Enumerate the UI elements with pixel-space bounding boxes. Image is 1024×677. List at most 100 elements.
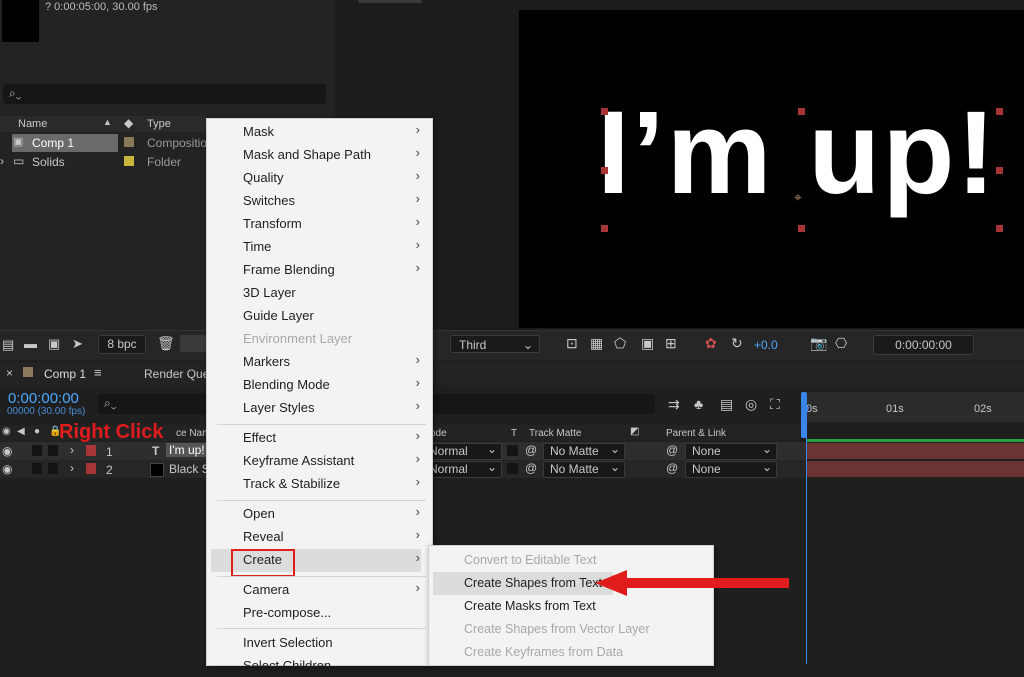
grid-guides-icon[interactable]: ⊞ [665,335,677,352]
anchor-point-icon[interactable]: ⌖ [794,189,802,206]
playhead-marker-icon[interactable]: ▼ [801,404,812,416]
menu-item-transform[interactable]: Transform [243,213,302,235]
menu-item-mask[interactable]: Mask [243,121,274,143]
layer-name[interactable]: I'm up! [166,443,208,457]
type-column-label[interactable]: Type [147,118,171,130]
preserve-transparency-switch[interactable] [507,463,518,474]
region-of-interest-icon[interactable]: ▣ [641,335,654,352]
project-item-solids[interactable]: › ▭ Solids Folder [0,153,206,171]
menu-item-frame-blending[interactable]: Frame Blending [243,259,335,281]
bounding-handle[interactable] [996,167,1003,174]
matte-pickwhip-icon[interactable]: @ [525,461,537,475]
layer-2-bar[interactable] [806,461,1024,477]
layer-1-bar[interactable] [806,443,1024,459]
tab-render-queue[interactable]: Render Que [144,367,209,381]
solo-icon[interactable]: ● [34,426,40,437]
menu-item-pre-compose[interactable]: Pre-compose... [243,602,331,624]
bounding-handle[interactable] [601,225,608,232]
solo-switch[interactable] [32,463,42,474]
lock-switch[interactable] [48,463,58,474]
submenu-item-create-masks-from-text[interactable]: Create Masks from Text [464,595,596,617]
menu-item-blending-mode[interactable]: Blending Mode [243,374,330,396]
close-icon[interactable]: × [6,366,13,380]
audio-toggle-icon[interactable]: ◀ [17,426,25,437]
menu-item-invert-selection[interactable]: Invert Selection [243,632,333,654]
menu-item-camera[interactable]: Camera [243,579,289,601]
preserve-transparency-switch[interactable] [507,445,518,456]
menu-item-mask-shape-path[interactable]: Mask and Shape Path [243,144,371,166]
eye-icon[interactable]: ◉ [2,462,12,476]
bounding-handle[interactable] [601,167,608,174]
new-composition-icon[interactable]: ▣ [48,336,60,352]
menu-item-track-stabilize[interactable]: Track & Stabilize [243,473,340,495]
menu-item-3d-layer[interactable]: 3D Layer [243,282,296,304]
video-toggle-icon[interactable]: ◉ [2,426,11,437]
mode-select[interactable]: Normal ⌄ [424,460,502,478]
menu-item-select-children[interactable]: Select Children [243,655,331,677]
bounding-handle[interactable] [798,108,805,115]
t-column[interactable]: T [511,428,517,439]
bpc-button[interactable]: 8 bpc [98,335,146,354]
show-snapshot-icon[interactable]: ⎔ [835,335,847,352]
work-area-bar[interactable] [806,439,1024,442]
reset-exposure-icon[interactable]: ↻ [731,335,743,352]
parent-pickwhip-icon[interactable]: @ [666,461,678,475]
menu-item-time[interactable]: Time [243,236,271,258]
layer-label-swatch[interactable] [86,445,96,456]
tab-comp1[interactable]: Comp 1 [44,367,86,381]
transparency-grid-icon[interactable]: ▦ [590,335,603,352]
layer-name[interactable]: Black S [169,462,210,476]
track-matte-column[interactable]: Track Matte [529,428,581,439]
viewer-timecode[interactable]: 0:00:00:00 [873,335,974,355]
mode-select[interactable]: Normal ⌄ [424,442,502,460]
frame-blending-icon[interactable]: ▤ [720,396,733,413]
trash-icon[interactable]: 🗑 [157,335,175,352]
matte-pickwhip-icon[interactable]: @ [525,443,537,457]
panel-menu-icon[interactable]: ≡ [94,365,102,380]
viewer-tab-fragment[interactable] [358,0,422,3]
bounding-handle[interactable] [601,108,608,115]
bounding-handle[interactable] [798,225,805,232]
menu-item-effect[interactable]: Effect [243,427,276,449]
expand-chevron-icon[interactable]: › [0,154,4,168]
parent-select[interactable]: None ⌄ [685,442,777,460]
shy-layers-icon[interactable]: ♣ [694,396,703,412]
menu-item-quality[interactable]: Quality [243,167,283,189]
bounding-handle[interactable] [996,108,1003,115]
label-color-swatch[interactable] [124,156,134,166]
solo-switch[interactable] [32,445,42,456]
playhead[interactable] [806,404,807,664]
graph-editor-icon[interactable]: ⛶ [770,396,780,413]
composition-flowchart-icon[interactable]: ⇉ [668,396,680,413]
current-time[interactable]: 0:00:00:00 [8,390,79,407]
menu-item-guide-layer[interactable]: Guide Layer [243,305,314,327]
render-icon[interactable]: ➤ [72,336,83,352]
menu-item-switches[interactable]: Switches [243,190,295,212]
motion-blur-icon[interactable]: ◎ [745,396,757,413]
expand-chevron-icon[interactable]: › [70,461,74,475]
menu-item-open[interactable]: Open [243,503,275,525]
folder-icon[interactable]: ▬ [24,336,37,351]
label-color-swatch[interactable] [124,137,134,147]
parent-pickwhip-icon[interactable]: @ [666,443,678,457]
menu-item-layer-styles[interactable]: Layer Styles [243,397,315,419]
parent-link-column[interactable]: Parent & Link [666,428,726,439]
view-layout-select[interactable]: Third ⌄ [450,335,540,353]
expand-chevron-icon[interactable]: › [70,443,74,457]
menu-item-keyframe-assistant[interactable]: Keyframe Assistant [243,450,354,472]
exposure-value[interactable]: +0.0 [754,338,778,352]
lock-switch[interactable] [48,445,58,456]
track-matte-select[interactable]: No Matte ⌄ [543,460,625,478]
project-search-input[interactable]: ⌕⌄ [3,84,326,104]
snapshot-icon[interactable]: 📷 [810,335,827,352]
name-column-label[interactable]: Name [18,118,47,130]
toolbar-slot[interactable] [180,335,206,352]
interpret-footage-icon[interactable]: ▤ [2,337,14,353]
channel-icon[interactable]: ✿ [705,335,717,352]
time-ruler[interactable]: 0s 01s 02s [806,392,1024,422]
layer-label-swatch[interactable] [86,463,96,474]
project-item-comp1[interactable]: ▣ Comp 1 Compositio [0,134,207,152]
submenu-item-create-shapes-from-text[interactable]: Create Shapes from Text [464,572,602,594]
track-matte-select[interactable]: No Matte ⌄ [543,442,625,460]
parent-select[interactable]: None ⌄ [685,460,777,478]
